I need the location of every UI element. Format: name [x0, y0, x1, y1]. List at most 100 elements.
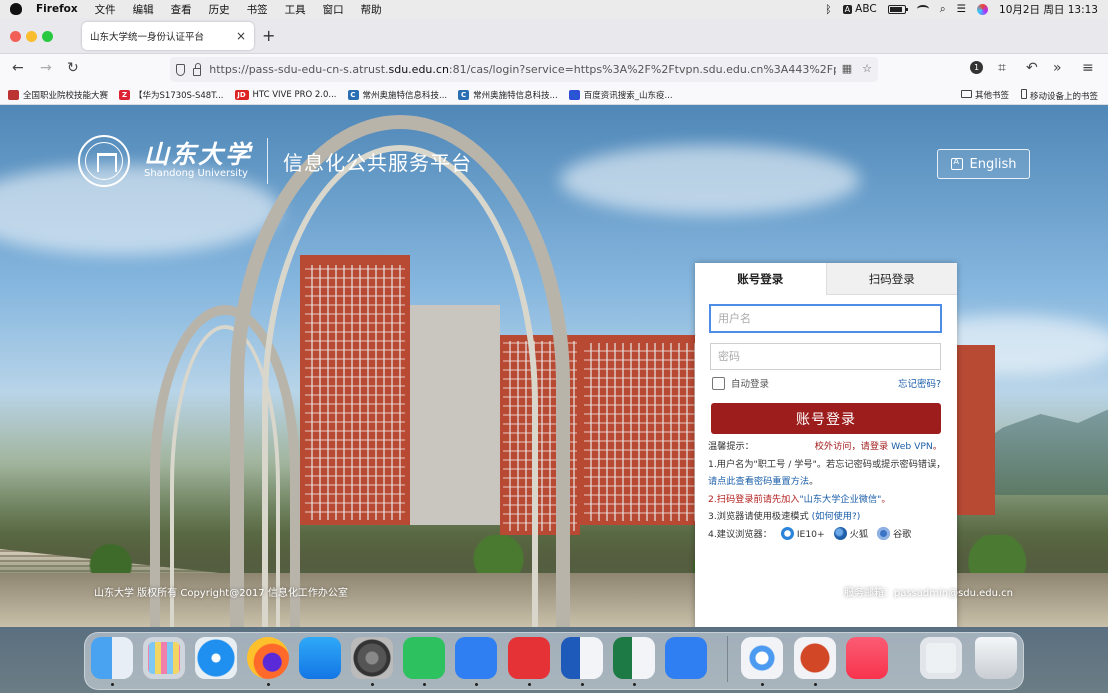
menu-bookmarks[interactable]: 书签: [247, 2, 268, 17]
new-tab-button[interactable]: +: [262, 26, 275, 45]
wifi-icon[interactable]: [916, 5, 929, 13]
word-icon[interactable]: [561, 637, 603, 679]
university-name-en: Shandong University: [144, 168, 248, 179]
header-divider: [267, 138, 269, 184]
screenshot-icon[interactable]: ⌗: [998, 60, 1006, 76]
url-actions: ▦ ☆: [835, 62, 872, 75]
overflow-icon[interactable]: »: [1053, 60, 1062, 76]
running-indicator: [528, 683, 531, 686]
background-building-windows: [584, 343, 696, 521]
account-icon[interactable]: 1: [970, 61, 983, 74]
bookmark-label: 常州奥施特信息科技...: [362, 90, 448, 101]
menu-bar: Firefox 文件 编辑 查看 历史 书签 工具 窗口 帮助 ᛒ A ABC ⌕…: [0, 0, 1108, 18]
wechat-icon[interactable]: [403, 637, 445, 679]
firefox-icon[interactable]: [247, 637, 289, 679]
bookmark-label: 【华为S1730S-S48T...: [134, 90, 224, 101]
chrome-icon: [876, 526, 890, 540]
tip-username-end: 。: [809, 476, 819, 487]
trash-icon[interactable]: [975, 637, 1017, 679]
apple-icon[interactable]: [10, 0, 23, 15]
control-center-icon[interactable]: ☰: [957, 3, 966, 15]
language-switch-button[interactable]: English: [937, 149, 1030, 179]
excel-icon[interactable]: [613, 637, 655, 679]
password-reset-link[interactable]: 请点此查看密码重置方法: [708, 476, 809, 487]
qr-icon[interactable]: ▦: [842, 62, 852, 75]
bookmark-item[interactable]: Z 【华为S1730S-S48T...: [119, 89, 224, 101]
bookmark-item[interactable]: JD HTC VIVE PRO 2.0...: [234, 89, 337, 100]
login-tabs: 账号登录 扫码登录: [695, 263, 957, 295]
siri-icon[interactable]: [977, 3, 989, 15]
vpn-notice-text: 校外访问，请登录: [814, 441, 892, 452]
login-submit-button[interactable]: 账号登录: [711, 403, 941, 434]
menu-history[interactable]: 历史: [209, 2, 230, 17]
menu-tools[interactable]: 工具: [285, 2, 306, 17]
finder-icon[interactable]: [91, 637, 133, 679]
downloads-stack-icon[interactable]: [920, 637, 962, 679]
menu-app-name[interactable]: Firefox: [36, 3, 78, 15]
auto-login-label[interactable]: 自动登录: [731, 376, 769, 390]
tip-qr-end: 。: [881, 493, 891, 505]
tip-browsers-text: 4.建议浏览器：: [708, 528, 772, 540]
netease-music-icon[interactable]: [508, 637, 550, 679]
url-host: sdu.edu.cn: [388, 63, 449, 76]
university-logo[interactable]: 山东大学 Shandong University 信息化公共服务平台: [78, 135, 472, 187]
undo-icon[interactable]: ↶: [1026, 60, 1038, 76]
menu-clock[interactable]: 10月2日 周日 13:13: [999, 2, 1098, 17]
auto-login-checkbox[interactable]: [712, 376, 725, 390]
back-icon[interactable]: ←: [12, 60, 24, 76]
mobile-bookmarks[interactable]: 移动设备上的书签: [1020, 89, 1098, 102]
browser-firefox-label[interactable]: 火狐: [850, 529, 868, 540]
baidu-netdisk-icon[interactable]: [741, 637, 783, 679]
tab-qr-login[interactable]: 扫码登录: [825, 263, 957, 295]
menu-icon[interactable]: ≡: [1082, 60, 1094, 76]
other-bookmarks[interactable]: 其他书签: [960, 89, 1009, 102]
bookmark-favicon: C: [458, 89, 470, 100]
music-icon[interactable]: [846, 637, 888, 679]
app-store-icon[interactable]: [299, 637, 341, 679]
safari-icon[interactable]: [195, 637, 237, 679]
bookmark-item[interactable]: C 常州奥施特信息科技...: [347, 89, 448, 101]
forward-icon[interactable]: →: [40, 60, 52, 76]
web-vpn-link[interactable]: Web VPN: [891, 441, 933, 452]
lock-icon[interactable]: [193, 62, 202, 76]
powerpoint-icon[interactable]: [794, 637, 836, 679]
menu-edit[interactable]: 编辑: [133, 2, 154, 17]
bluetooth-icon[interactable]: ᛒ: [825, 3, 832, 16]
username-input[interactable]: [709, 304, 942, 333]
university-name: 山东大学 Shandong University: [130, 142, 252, 180]
tab-active[interactable]: 山东大学统一身份认证平台 ×: [82, 22, 254, 50]
url-bar[interactable]: https://pass-sdu-edu-cn-s.atrust. sdu.edu…: [170, 57, 878, 82]
enterprise-wechat-link[interactable]: "山东大学企业微信": [799, 494, 881, 505]
browser-chrome-label[interactable]: 谷歌: [893, 529, 911, 540]
tracking-protection-icon[interactable]: [176, 63, 186, 76]
launchpad-icon[interactable]: [143, 637, 185, 679]
forgot-password-link[interactable]: 忘记密码?: [898, 376, 941, 390]
tab-close-icon[interactable]: ×: [236, 29, 246, 43]
menu-view[interactable]: 查看: [171, 2, 192, 17]
reload-icon[interactable]: ↻: [67, 60, 79, 76]
menu-help[interactable]: 帮助: [361, 2, 382, 17]
url-prefix: https://pass-sdu-edu-cn-s.atrust.: [209, 63, 389, 76]
system-preferences-icon[interactable]: [351, 637, 393, 679]
bookmark-label: 百度资讯搜索_山东疫...: [583, 90, 673, 101]
tip-browser-mode: 3.浏览器请使用极速模式 (如何使用?): [708, 508, 948, 526]
battery-icon[interactable]: [887, 4, 908, 14]
tab-account-login[interactable]: 账号登录: [695, 263, 826, 295]
password-input[interactable]: [710, 343, 941, 370]
spotlight-icon[interactable]: ⌕: [940, 3, 946, 16]
running-indicator: [111, 683, 114, 686]
window-zoom-button[interactable]: [42, 31, 53, 42]
window-close-button[interactable]: [10, 31, 21, 42]
bookmark-star-icon[interactable]: ☆: [862, 62, 872, 75]
browser-ie-label[interactable]: IE10+: [797, 529, 825, 540]
bookmark-item[interactable]: 全国职业院校技能大赛: [8, 89, 108, 101]
input-method-indicator[interactable]: A ABC: [842, 3, 877, 15]
window-minimize-button[interactable]: [26, 31, 37, 42]
bookmark-item[interactable]: 🐾 百度资讯搜索_山东疫...: [568, 89, 673, 101]
bookmark-item[interactable]: C 常州奥施特信息科技...: [458, 89, 558, 101]
menu-file[interactable]: 文件: [95, 2, 116, 17]
how-to-use-link[interactable]: (如何使用?): [812, 511, 861, 522]
feishu-icon[interactable]: [665, 637, 707, 679]
lark-icon[interactable]: [455, 637, 497, 679]
menu-window[interactable]: 窗口: [323, 2, 344, 17]
